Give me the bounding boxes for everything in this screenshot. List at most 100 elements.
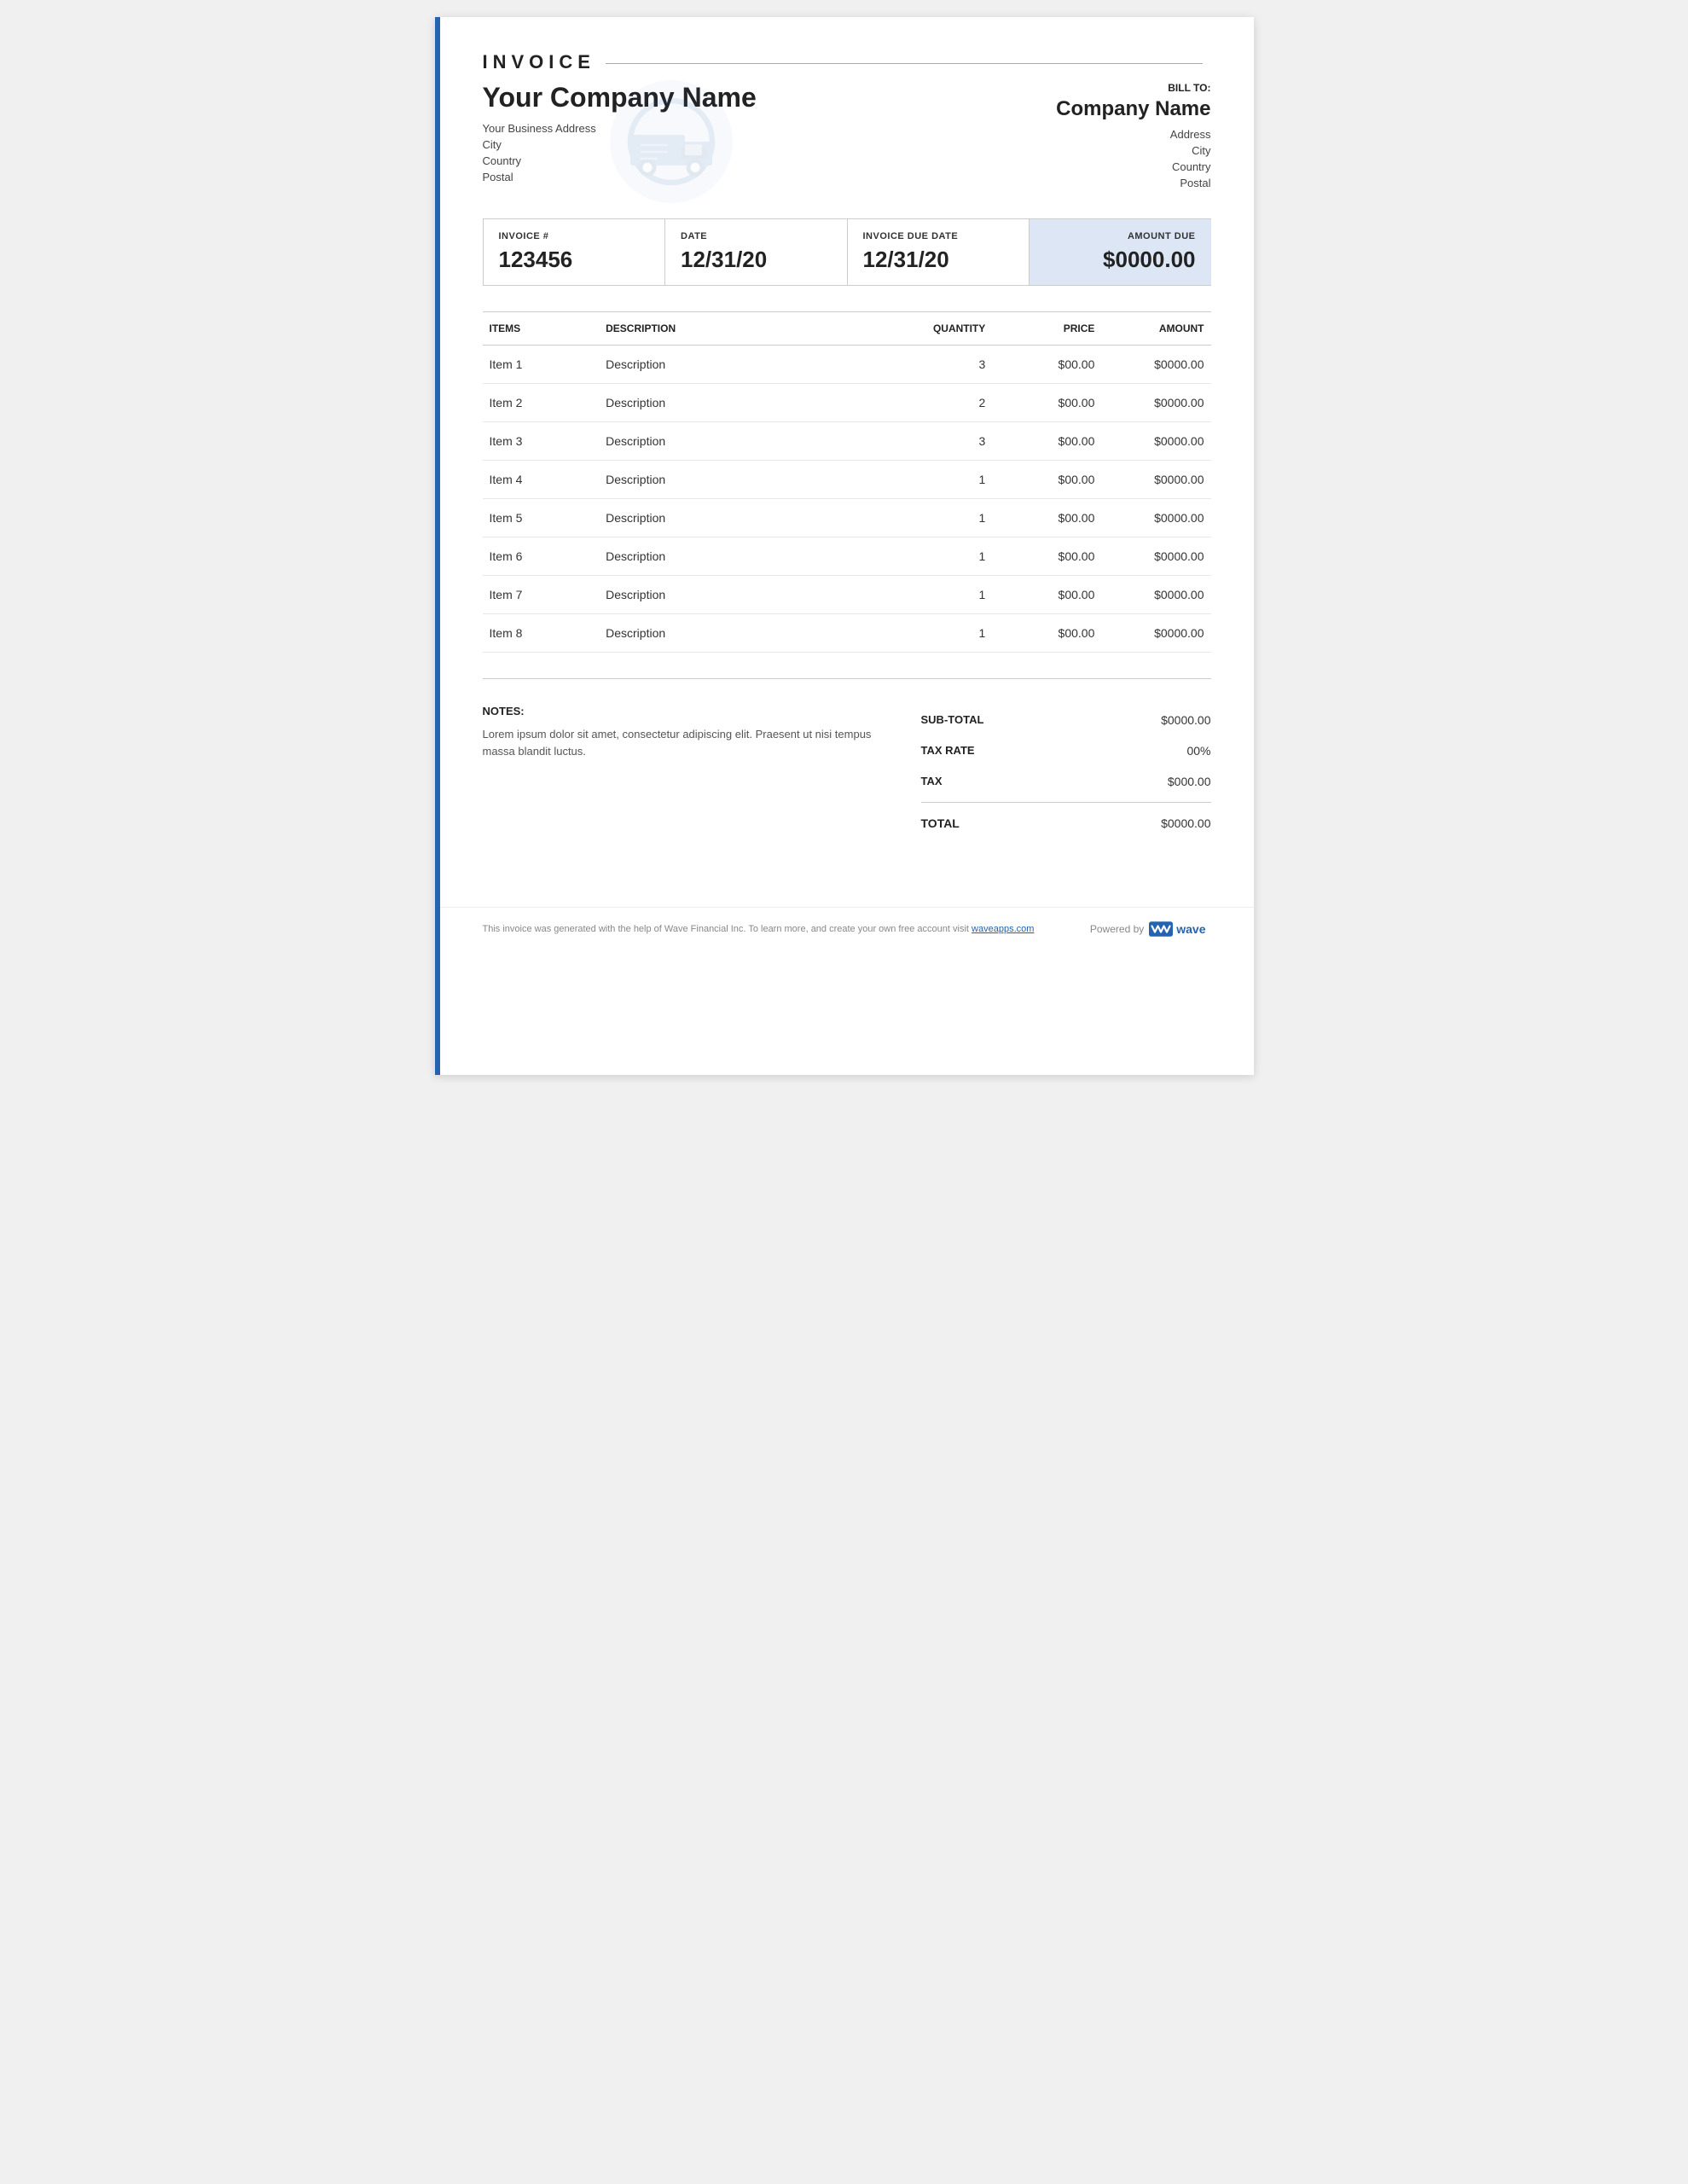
item-name-cell: Item 8: [483, 614, 600, 653]
bottom-footer: This invoice was generated with the help…: [435, 907, 1254, 950]
total-label: TOTAL: [921, 816, 960, 830]
total-row: TOTAL $0000.00: [921, 808, 1211, 839]
item-qty-cell: 3: [905, 346, 992, 384]
bill-to-name: Company Name: [1056, 97, 1210, 121]
amount-due-value: $0000.00: [1045, 247, 1196, 273]
invoice-number-label: INVOICE #: [499, 231, 650, 241]
powered-by: Powered by wave: [1090, 921, 1206, 937]
item-price-cell: $00.00: [992, 384, 1101, 422]
date-label: DATE: [681, 231, 832, 241]
invoice-number-value: 123456: [499, 247, 650, 273]
bill-to-label: BILL TO:: [1056, 82, 1210, 94]
item-qty-cell: 2: [905, 384, 992, 422]
item-price-cell: $00.00: [992, 576, 1101, 614]
due-date-value: 12/31/20: [863, 247, 1014, 273]
totals-divider: [921, 802, 1211, 803]
item-amount-cell: $0000.00: [1101, 346, 1210, 384]
notes-label: NOTES:: [483, 705, 887, 717]
tax-value: $000.00: [1168, 775, 1211, 788]
table-row: Item 3 Description 3 $00.00 $0000.00: [483, 422, 1211, 461]
info-bar: INVOICE # 123456 DATE 12/31/20 INVOICE D…: [483, 218, 1211, 286]
table-row: Item 4 Description 1 $00.00 $0000.00: [483, 461, 1211, 499]
col-header-amount: AMOUNT: [1101, 312, 1210, 346]
table-row: Item 7 Description 1 $00.00 $0000.00: [483, 576, 1211, 614]
item-price-cell: $00.00: [992, 422, 1101, 461]
bill-to-postal: Postal: [1056, 177, 1210, 189]
item-desc-cell: Description: [599, 614, 905, 653]
waveapps-link[interactable]: waveapps.com: [972, 924, 1034, 934]
item-price-cell: $00.00: [992, 614, 1101, 653]
item-amount-cell: $0000.00: [1101, 422, 1210, 461]
wave-logo: wave: [1149, 921, 1205, 937]
notes-text: Lorem ipsum dolor sit amet, consectetur …: [483, 726, 887, 759]
item-name-cell: Item 5: [483, 499, 600, 537]
subtotal-row: SUB-TOTAL $0000.00: [921, 705, 1211, 735]
due-date-cell: INVOICE DUE DATE 12/31/20: [848, 219, 1030, 285]
items-table: ITEMS DESCRIPTION QUANTITY PRICE AMOUNT …: [483, 311, 1211, 653]
tax-label: TAX: [921, 775, 943, 788]
item-name-cell: Item 7: [483, 576, 600, 614]
bill-to-city: City: [1056, 144, 1210, 157]
item-qty-cell: 1: [905, 499, 992, 537]
item-amount-cell: $0000.00: [1101, 461, 1210, 499]
invoice-title: INVOICE: [483, 51, 1211, 73]
header-section: Your Company Name Your Business Address …: [483, 82, 1211, 193]
invoice-number-cell: INVOICE # 123456: [484, 219, 666, 285]
wave-brand-text: wave: [1176, 922, 1205, 936]
item-price-cell: $00.00: [992, 499, 1101, 537]
table-row: Item 5 Description 1 $00.00 $0000.00: [483, 499, 1211, 537]
bill-to-country: Country: [1056, 160, 1210, 173]
item-desc-cell: Description: [599, 576, 905, 614]
company-section: Your Company Name Your Business Address …: [483, 82, 757, 187]
item-desc-cell: Description: [599, 499, 905, 537]
item-qty-cell: 1: [905, 614, 992, 653]
col-header-items: ITEMS: [483, 312, 600, 346]
footer-disclaimer: This invoice was generated with the help…: [483, 924, 1035, 934]
item-name-cell: Item 1: [483, 346, 600, 384]
wave-icon: [1149, 921, 1173, 937]
item-amount-cell: $0000.00: [1101, 499, 1210, 537]
tax-rate-value: 00%: [1186, 744, 1210, 758]
table-row: Item 1 Description 3 $00.00 $0000.00: [483, 346, 1211, 384]
item-desc-cell: Description: [599, 422, 905, 461]
tax-row: TAX $000.00: [921, 766, 1211, 797]
tax-rate-row: TAX RATE 00%: [921, 735, 1211, 766]
item-qty-cell: 3: [905, 422, 992, 461]
footer-divider: [483, 678, 1211, 679]
notes-column: NOTES: Lorem ipsum dolor sit amet, conse…: [483, 705, 887, 839]
item-price-cell: $00.00: [992, 461, 1101, 499]
totals-column: SUB-TOTAL $0000.00 TAX RATE 00% TAX $000…: [921, 705, 1211, 839]
invoice-page: INVOICE: [435, 17, 1254, 1075]
col-header-price: PRICE: [992, 312, 1101, 346]
item-qty-cell: 1: [905, 576, 992, 614]
tax-rate-label: TAX RATE: [921, 744, 975, 758]
table-row: Item 2 Description 2 $00.00 $0000.00: [483, 384, 1211, 422]
footer-section: NOTES: Lorem ipsum dolor sit amet, conse…: [483, 705, 1211, 839]
col-header-quantity: QUANTITY: [905, 312, 992, 346]
bill-to-section: BILL TO: Company Name Address City Count…: [1056, 82, 1210, 193]
total-value: $0000.00: [1161, 816, 1210, 830]
item-desc-cell: Description: [599, 346, 905, 384]
item-amount-cell: $0000.00: [1101, 576, 1210, 614]
item-amount-cell: $0000.00: [1101, 614, 1210, 653]
item-name-cell: Item 4: [483, 461, 600, 499]
date-value: 12/31/20: [681, 247, 832, 273]
item-price-cell: $00.00: [992, 346, 1101, 384]
invoice-title-text: INVOICE: [483, 51, 595, 73]
item-amount-cell: $0000.00: [1101, 537, 1210, 576]
col-header-description: DESCRIPTION: [599, 312, 905, 346]
amount-due-label: AMOUNT DUE: [1045, 231, 1196, 241]
item-name-cell: Item 3: [483, 422, 600, 461]
item-desc-cell: Description: [599, 537, 905, 576]
item-name-cell: Item 2: [483, 384, 600, 422]
due-date-label: INVOICE DUE DATE: [863, 231, 1014, 241]
table-row: Item 8 Description 1 $00.00 $0000.00: [483, 614, 1211, 653]
disclaimer-text: This invoice was generated with the help…: [483, 924, 969, 934]
item-desc-cell: Description: [599, 384, 905, 422]
table-header-row: ITEMS DESCRIPTION QUANTITY PRICE AMOUNT: [483, 312, 1211, 346]
amount-due-cell: AMOUNT DUE $0000.00: [1030, 219, 1211, 285]
powered-by-text: Powered by: [1090, 923, 1144, 935]
item-qty-cell: 1: [905, 537, 992, 576]
bill-to-address: Address: [1056, 128, 1210, 141]
item-qty-cell: 1: [905, 461, 992, 499]
